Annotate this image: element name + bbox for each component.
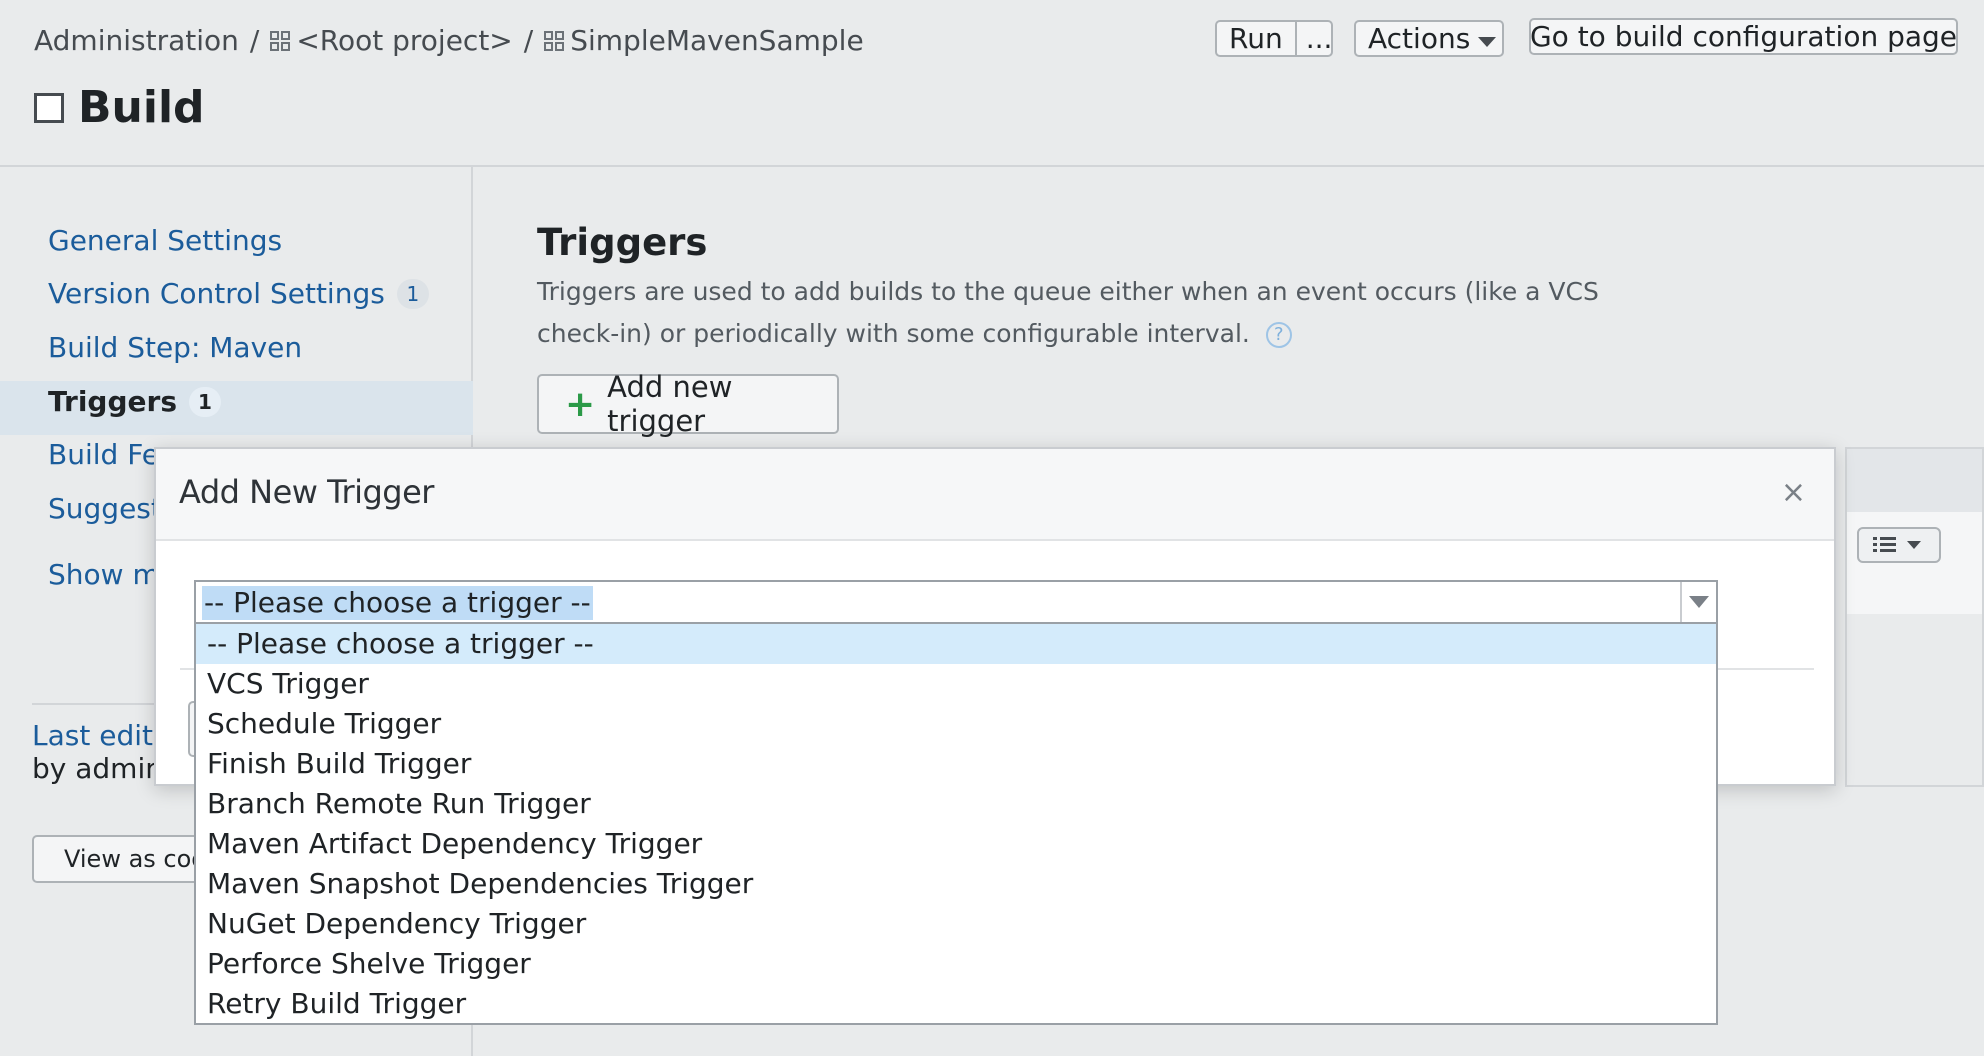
breadcrumb-separator: / [249,24,260,57]
sidebar-item-label: Version Control Settings [48,277,385,310]
section-description: Triggers are used to add builds to the q… [537,271,1637,355]
trigger-type-select[interactable]: -- Please choose a trigger -- [194,580,1718,624]
actions-label: Actions [1368,22,1471,55]
breadcrumb-administration[interactable]: Administration [34,24,239,57]
actions-button[interactable]: Actions [1354,20,1504,57]
page-title-text: Build [78,82,205,133]
sidebar-item-triggers[interactable]: Triggers 1 [48,385,221,418]
help-icon[interactable]: ? [1265,322,1292,348]
go-to-build-config-label: Go to build configuration page [1529,20,1958,53]
run-options-button[interactable]: ... [1297,22,1342,55]
sidebar-item-label: Build Fe [48,438,159,471]
show-more-label: Show m [48,558,160,591]
list-menu-icon [1873,537,1921,552]
sidebar-item-label: General Settings [48,224,283,257]
trigger-option[interactable]: Maven Snapshot Dependencies Trigger [196,864,1716,904]
view-as-code-label: View as cod [64,845,207,873]
description-text: Triggers are used to add builds to the q… [537,277,1599,348]
breadcrumb-separator: / [523,24,534,57]
trigger-option[interactable]: -- Please choose a trigger -- [196,624,1716,664]
breadcrumb: Administration / <Root project> / Simple… [34,24,864,57]
sidebar-item-build-step[interactable]: Build Step: Maven [48,331,302,364]
go-to-build-config-button[interactable]: Go to build configuration page [1529,18,1958,55]
dialog-header: Add New Trigger × [156,449,1834,541]
last-edited-by: by admin [32,752,163,785]
breadcrumb-root-project[interactable]: <Root project> [296,24,512,57]
run-button[interactable]: Run [1217,22,1297,55]
sidebar-item-suggestions[interactable]: Suggest [48,492,162,525]
chevron-down-icon [1478,36,1497,47]
breadcrumb-project[interactable]: SimpleMavenSample [570,24,863,57]
trigger-options-list: -- Please choose a trigger -- VCS Trigger… [194,622,1718,1025]
chevron-down-icon [1689,596,1709,608]
sidebar-item-label: Suggest [48,492,162,525]
page-title: Build [34,82,205,133]
trigger-option[interactable]: Branch Remote Run Trigger [196,784,1716,824]
trigger-option[interactable]: Schedule Trigger [196,704,1716,744]
close-icon[interactable]: × [1781,475,1806,510]
project-grid-icon [270,30,291,51]
trigger-option[interactable]: Perforce Shelve Trigger [196,944,1716,984]
run-button-group: Run ... [1215,20,1333,57]
trigger-option[interactable]: Finish Build Trigger [196,744,1716,784]
last-edited-link[interactable]: Last edite [32,719,170,752]
sidebar-item-build-features[interactable]: Build Fe [48,438,159,471]
section-title: Triggers [537,221,708,264]
dialog-title: Add New Trigger [179,473,434,511]
trigger-option[interactable]: Maven Artifact Dependency Trigger [196,824,1716,864]
build-config-icon [34,92,64,123]
select-arrow[interactable] [1680,582,1716,622]
plus-icon: + [565,383,596,425]
page-header: Administration / <Root project> / Simple… [0,0,1984,167]
add-new-trigger-button[interactable]: + Add new trigger [537,370,839,438]
show-more-link[interactable]: Show m [48,558,160,591]
sidebar-item-label: Triggers [48,385,177,418]
triggers-table [1845,447,1984,787]
sidebar-item-general-settings[interactable]: General Settings [48,224,282,257]
add-new-trigger-label: Add new trigger [607,370,733,438]
trigger-option[interactable]: Retry Build Trigger [196,984,1716,1024]
sidebar-item-label: Build Step: Maven [48,331,303,364]
project-grid-icon [544,30,565,51]
count-badge: 1 [396,278,429,309]
trigger-option[interactable]: VCS Trigger [196,664,1716,704]
row-actions-button[interactable] [1857,527,1941,563]
select-current-value: -- Please choose a trigger -- [202,586,593,620]
sidebar-item-version-control[interactable]: Version Control Settings 1 [48,277,429,310]
count-badge: 1 [188,386,221,417]
trigger-option[interactable]: NuGet Dependency Trigger [196,904,1716,944]
